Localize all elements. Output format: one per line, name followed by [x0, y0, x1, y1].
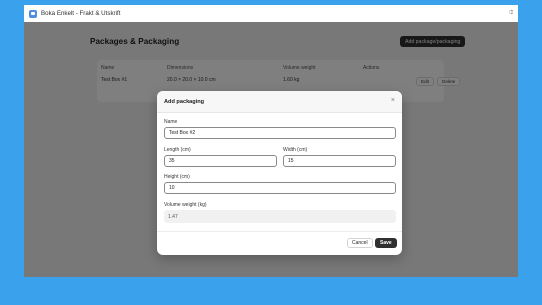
cancel-button[interactable]: Cancel: [347, 238, 373, 248]
save-button[interactable]: Save: [375, 238, 397, 248]
length-input[interactable]: [164, 155, 277, 167]
pin-icon[interactable]: ⯐: [509, 9, 514, 17]
app-window: Boka Enkelt - Frakt & Utskrift ⯐ Package…: [24, 5, 518, 277]
close-icon[interactable]: ×: [391, 97, 395, 105]
length-label: Length (cm): [164, 147, 191, 153]
dialog-header: Add packaging ×: [157, 91, 402, 113]
name-input[interactable]: [164, 127, 396, 139]
app-icon: [29, 9, 37, 18]
width-input[interactable]: [283, 155, 396, 167]
title-bar: Boka Enkelt - Frakt & Utskrift ⯐: [24, 5, 518, 22]
footer-divider: [157, 231, 402, 232]
volume-weight-label: Volume weight (kg): [164, 202, 207, 208]
height-input[interactable]: [164, 182, 396, 194]
add-packaging-dialog: Add packaging × Name Length (cm) Width (…: [157, 91, 402, 255]
volume-weight-value: 1.47: [164, 210, 396, 223]
width-label: Width (cm): [283, 147, 308, 153]
height-label: Height (cm): [164, 174, 190, 180]
name-label: Name: [164, 119, 178, 125]
dialog-title: Add packaging: [164, 99, 205, 105]
window-title: Boka Enkelt - Frakt & Utskrift: [41, 10, 121, 17]
